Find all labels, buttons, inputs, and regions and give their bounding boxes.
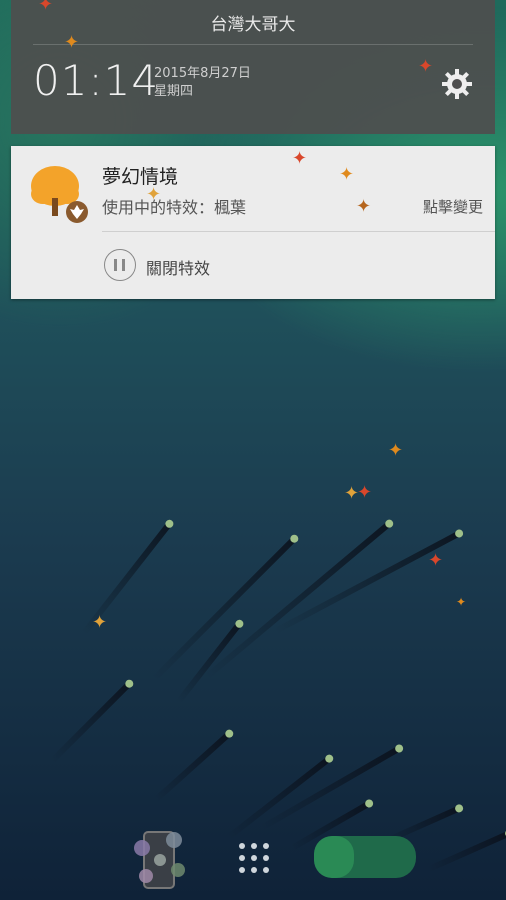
maple-leaf-icon: ✦ <box>64 32 80 53</box>
app-drawer-icon[interactable] <box>236 840 272 876</box>
camera-app-icon[interactable] <box>310 832 420 882</box>
maple-leaf-icon: ✦ <box>357 482 373 503</box>
carrier-name: 台灣大哥大 <box>210 15 296 35</box>
gear-icon[interactable] <box>441 68 473 100</box>
date-text: 2015年8月27日 <box>154 66 251 81</box>
maple-leaf-icon: ✦ <box>356 196 372 217</box>
clock-time: 01:14 <box>33 56 160 105</box>
weekday-text: 星期四 <box>154 84 194 99</box>
clock-date: 2015年8月27日 星期四 <box>154 65 251 101</box>
maple-leaf-icon: ✦ <box>92 612 108 633</box>
divider <box>33 44 473 45</box>
effect-title: 夢幻情境 <box>102 166 179 188</box>
gallery-app-icon[interactable] <box>132 830 188 890</box>
tree-icon <box>31 166 88 223</box>
effect-subtitle: 使用中的特效：楓葉 <box>102 198 247 217</box>
maple-leaf-icon: ✦ <box>418 56 434 77</box>
maple-leaf-icon: ✦ <box>456 595 467 609</box>
effect-notification[interactable]: 夢幻情境 使用中的特效：楓葉 點擊變更 關閉特效 <box>11 146 495 299</box>
change-effect-link[interactable]: 點擊變更 <box>423 196 483 217</box>
maple-leaf-icon: ✦ <box>388 440 404 461</box>
maple-leaf-icon: ✦ <box>339 164 355 185</box>
maple-leaf-icon: ✦ <box>146 184 162 205</box>
close-effect-button[interactable]: 關閉特效 <box>146 255 210 279</box>
maple-leaf-icon: ✦ <box>292 148 308 169</box>
maple-leaf-icon: ✦ <box>428 550 444 571</box>
pause-icon[interactable] <box>104 249 136 281</box>
card-divider <box>102 231 495 232</box>
dock <box>0 810 506 900</box>
wallpaper-streak <box>50 680 133 763</box>
wallpaper-streak <box>153 730 233 803</box>
wallpaper-streak <box>176 621 243 704</box>
maple-leaf-icon: ✦ <box>38 0 54 15</box>
